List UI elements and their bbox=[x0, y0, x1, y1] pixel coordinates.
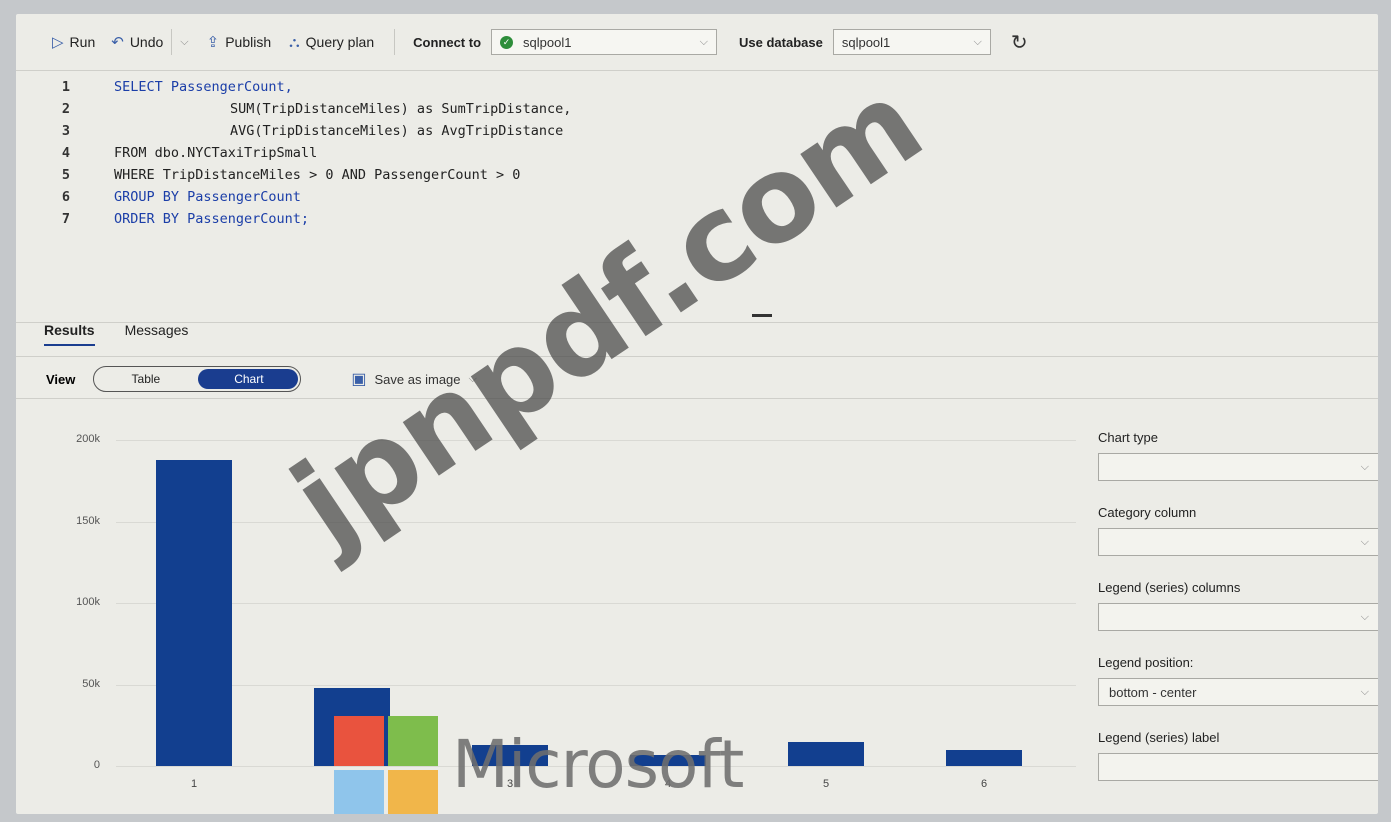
gridline bbox=[116, 521, 1076, 523]
legend-label-input[interactable] bbox=[1098, 753, 1378, 781]
chevron-down-icon: ⌵ bbox=[1360, 535, 1369, 548]
view-label: View bbox=[46, 371, 76, 387]
bar[interactable] bbox=[156, 459, 232, 766]
chevron-down-icon: ⌵ bbox=[1360, 610, 1369, 623]
legend-columns-label: Legend (series) columns bbox=[1098, 580, 1241, 595]
chevron-down-icon: ⌵ bbox=[699, 35, 709, 48]
bar[interactable] bbox=[788, 741, 864, 766]
divider bbox=[394, 29, 396, 55]
view-toggle[interactable]: Table Chart bbox=[93, 366, 302, 392]
x-tick-label: 1 bbox=[190, 778, 198, 790]
connect-to-label: Connect to bbox=[413, 34, 482, 50]
view-divider bbox=[16, 398, 1378, 399]
x-tick-label: 5 bbox=[822, 778, 830, 790]
play-icon: ▷ bbox=[52, 34, 64, 51]
connected-check-icon: ✓ bbox=[500, 35, 514, 49]
chevron-down-icon: ⌵ bbox=[1360, 685, 1369, 698]
query-plan-button[interactable]: ⛬ Query plan bbox=[289, 34, 374, 51]
splitter-handle[interactable] bbox=[752, 314, 772, 317]
legend-position-select[interactable]: bottom - center ⌵ bbox=[1098, 678, 1378, 706]
legend-position-label: Legend position: bbox=[1098, 655, 1194, 670]
query-plan-icon: ⛬ bbox=[289, 33, 300, 51]
y-tick-label: 100k bbox=[76, 596, 100, 608]
gridline bbox=[116, 684, 1076, 686]
tabs-divider bbox=[16, 356, 1378, 357]
undo-dropdown-chevron-icon[interactable]: ⌵ bbox=[180, 36, 188, 49]
gridline bbox=[116, 603, 1076, 604]
microsoft-watermark: Microsoft bbox=[452, 726, 744, 803]
results-tabs: Results Messages bbox=[44, 322, 188, 346]
code-line: 3 AVG(TripDistanceMiles) as AvgTripDista… bbox=[61, 123, 564, 139]
toolbar: ▷ Run ↶ Undo ⌵ ⇪ Publish ⛬ Query plan Co… bbox=[16, 14, 1378, 70]
code-line: 7 ORDER BY PassengerCount; bbox=[61, 211, 310, 227]
y-tick-label: 200k bbox=[76, 433, 100, 445]
view-chart-option[interactable]: Chart bbox=[197, 372, 300, 386]
tab-messages[interactable]: Messages bbox=[125, 322, 189, 346]
bar[interactable] bbox=[946, 749, 1022, 766]
run-button[interactable]: ▷ Run bbox=[52, 33, 95, 51]
x-tick-label: 6 bbox=[980, 778, 988, 790]
publish-icon: ⇪ bbox=[206, 34, 220, 51]
category-column-label: Category column bbox=[1098, 505, 1197, 520]
divider bbox=[171, 29, 173, 55]
y-tick-label: 50k bbox=[82, 677, 100, 690]
use-database-select[interactable]: sqlpool1 ⌵ bbox=[832, 29, 991, 55]
undo-button[interactable]: ↶ Undo bbox=[111, 33, 163, 51]
y-tick-label: 0 bbox=[93, 759, 100, 771]
y-tick-label: 150k bbox=[76, 514, 100, 527]
chevron-down-icon: ⌵ bbox=[973, 35, 982, 48]
refresh-icon[interactable]: ↻ bbox=[1011, 30, 1028, 55]
synapse-sql-editor: ▷ Run ↶ Undo ⌵ ⇪ Publish ⛬ Query plan Co… bbox=[16, 14, 1378, 814]
tab-results[interactable]: Results bbox=[44, 322, 95, 346]
chart-type-label: Chart type bbox=[1098, 430, 1158, 445]
chart-settings-panel: Chart type ⌵ Category column ⌵ Legend (s… bbox=[1098, 430, 1378, 805]
undo-icon: ↶ bbox=[111, 34, 124, 51]
connect-to-select[interactable]: ✓ sqlpool1 ⌵ bbox=[491, 29, 718, 55]
use-database-label: Use database bbox=[739, 34, 823, 50]
view-table-option[interactable]: Table bbox=[94, 372, 197, 386]
gridline bbox=[116, 440, 1076, 441]
toolbar-divider bbox=[16, 70, 1378, 71]
legend-label-label: Legend (series) label bbox=[1098, 730, 1220, 745]
microsoft-logo-icon bbox=[334, 716, 438, 814]
save-image-icon: ▣ bbox=[351, 371, 367, 388]
code-line: 5 WHERE TripDistanceMiles > 0 AND Passen… bbox=[61, 167, 521, 183]
chart-type-select[interactable]: ⌵ bbox=[1098, 453, 1378, 481]
legend-columns-select[interactable]: ⌵ bbox=[1098, 603, 1378, 631]
category-column-select[interactable]: ⌵ bbox=[1098, 528, 1378, 556]
code-line: 4 FROM dbo.NYCTaxiTripSmall bbox=[61, 145, 318, 161]
code-line: 6 GROUP BY PassengerCount bbox=[61, 189, 301, 205]
code-line: 2 SUM(TripDistanceMiles) as SumTripDista… bbox=[61, 101, 572, 117]
chevron-down-icon: ⌵ bbox=[1360, 460, 1369, 473]
code-line: 1 SELECT PassengerCount, bbox=[61, 79, 293, 95]
publish-button[interactable]: ⇪ Publish bbox=[207, 33, 272, 51]
